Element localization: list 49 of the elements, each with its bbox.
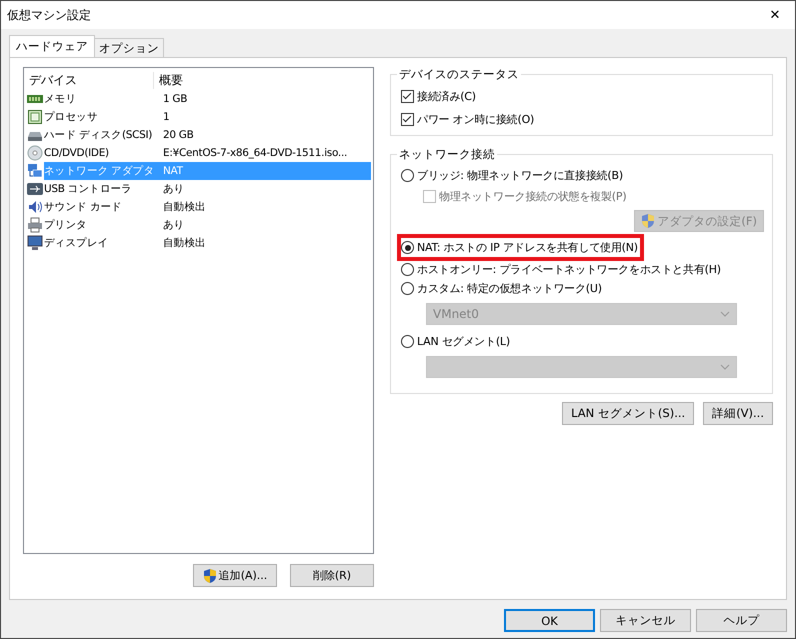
close-button[interactable]: ✕ <box>755 1 795 29</box>
network-computers-icon <box>27 163 43 179</box>
radio-label: LAN セグメント(L) <box>417 334 510 349</box>
device-row[interactable]: メモリ 1 GB <box>44 90 371 108</box>
printer-icon <box>27 217 43 233</box>
radio-label: ブリッジ: 物理ネットワークに直接接続(B) <box>417 168 623 183</box>
remove-button[interactable]: 削除(R) <box>290 564 374 587</box>
window-title: 仮想マシン設定 <box>7 6 91 24</box>
device-row[interactable]: CD/DVD(IDE) E:¥CentOS-7-x86_64-DVD-1511.iso... <box>44 144 371 162</box>
column-header: 概要 <box>158 72 183 89</box>
checkbox-label: 物理ネットワーク接続の状態を複製(P) <box>439 189 626 204</box>
column-header: デバイス <box>27 72 154 89</box>
chevron-down-icon <box>720 364 730 370</box>
radio-button[interactable] <box>401 169 414 182</box>
speaker-icon <box>27 199 43 215</box>
radio-button[interactable] <box>401 241 414 254</box>
radio-label: ホストオンリー: プライベートネットワークをホストと共有(H) <box>417 262 721 277</box>
shield-icon <box>641 213 656 229</box>
radio-button[interactable] <box>401 282 414 295</box>
chevron-down-icon <box>720 311 730 317</box>
group-title: ネットワーク接続 <box>397 147 497 162</box>
tab[interactable]: ハードウェア <box>9 35 95 57</box>
radio-label: カスタム: 特定の仮想ネットワーク(U) <box>417 281 602 296</box>
checkbox-label: 接続済み(C) <box>417 89 476 104</box>
usb-icon <box>27 181 43 197</box>
lan-segment-button[interactable]: LAN セグメント(S)... <box>562 402 694 425</box>
checkbox[interactable] <box>401 90 414 103</box>
checkbox[interactable] <box>401 113 414 126</box>
disc-icon <box>27 145 43 161</box>
radio-button[interactable] <box>401 335 414 348</box>
ok-button[interactable]: OK <box>504 609 595 632</box>
group-title: デバイスのステータス <box>397 67 521 82</box>
device-row[interactable]: プロセッサ 1 <box>44 108 371 126</box>
device-row[interactable]: プリンタ あり <box>44 216 371 234</box>
radio-button[interactable] <box>401 263 414 276</box>
processor-chip-icon <box>27 109 43 125</box>
tab[interactable]: オプション <box>94 38 164 57</box>
shield-icon <box>202 568 217 584</box>
device-row[interactable]: USB コントローラ あり <box>44 180 371 198</box>
cancel-button[interactable]: キャンセル <box>600 609 691 632</box>
device-row[interactable]: サウンド カード 自動検出 <box>44 198 371 216</box>
radio-label: NAT: ホストの IP アドレスを共有して使用(N) <box>417 240 638 255</box>
add-button[interactable]: 追加(A)... <box>193 564 277 587</box>
advanced-button[interactable]: 詳細(V)... <box>703 402 773 425</box>
checkbox-label: パワー オン時に接続(O) <box>417 112 534 127</box>
help-button[interactable]: ヘルプ <box>696 609 787 632</box>
monitor-icon <box>27 235 43 251</box>
device-row[interactable]: ハード ディスク(SCSI) 20 GB <box>44 126 371 144</box>
device-row[interactable]: ディスプレイ 自動検出 <box>44 234 371 252</box>
